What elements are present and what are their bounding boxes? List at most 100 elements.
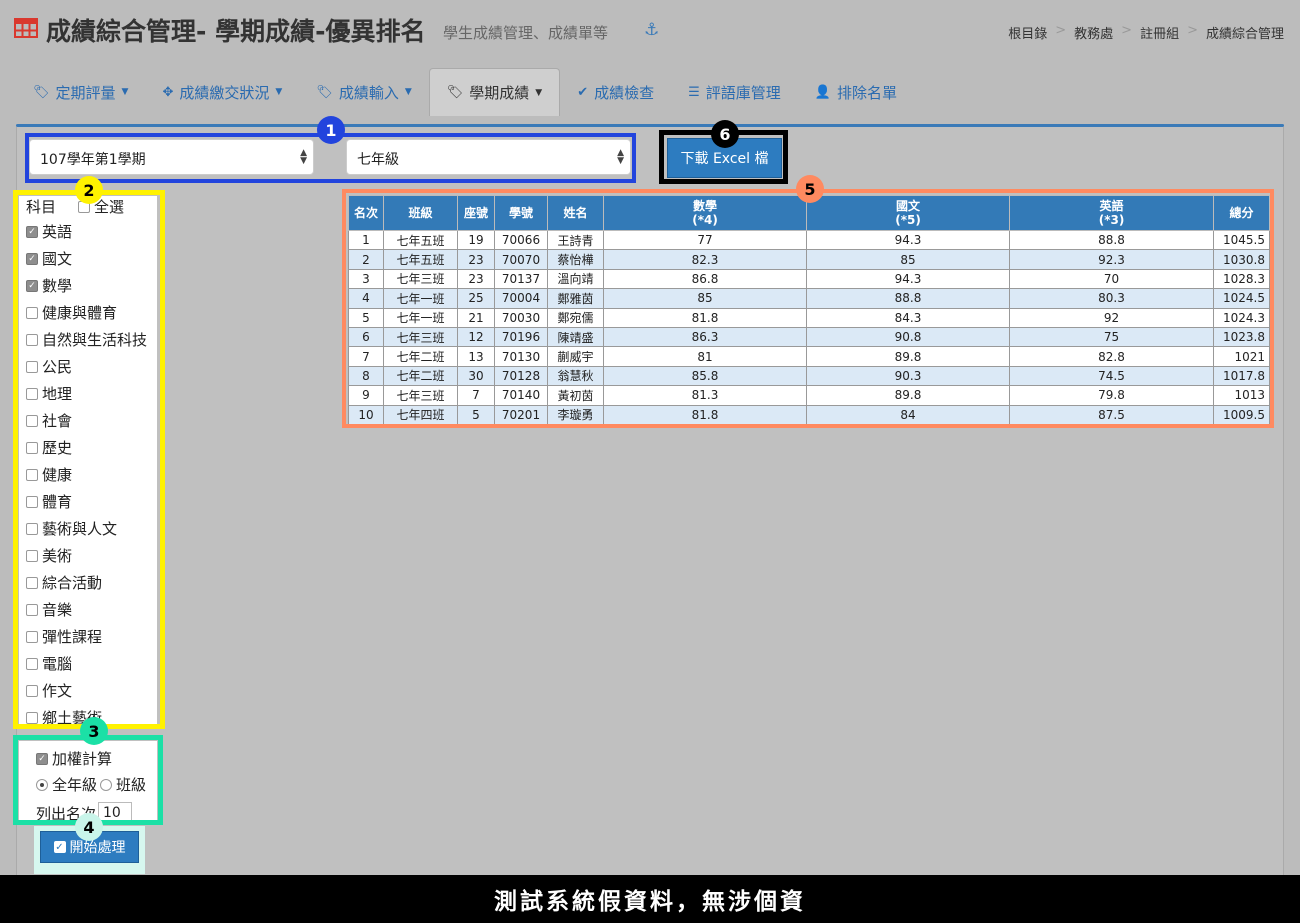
table-row: 5 七年一班 21 70030 鄭宛儒 81.8 84.3 92 1024.3 <box>348 307 1270 328</box>
checkbox[interactable] <box>26 414 38 427</box>
weighted-option[interactable]: ✓ 加權計算 <box>36 748 112 769</box>
subject-item[interactable]: 作文 <box>26 677 147 704</box>
subject-item[interactable]: 體育 <box>26 488 147 515</box>
breadcrumb-item-academic-affairs[interactable]: 教務處 <box>1074 23 1113 42</box>
tab-semester-grades[interactable]: 🏷 學期成績 ▼ <box>428 68 561 116</box>
table-row: 7 七年二班 13 70130 蒯威宇 81 89.8 82.8 1021 <box>348 346 1270 367</box>
table-cell: 9 <box>348 385 384 406</box>
annotation-badge-5: 5 <box>796 175 824 203</box>
table-cell: 80.3 <box>1009 288 1214 309</box>
subject-item[interactable]: 社會 <box>26 407 147 434</box>
check-circle-icon: ✔ <box>577 84 589 100</box>
checkbox[interactable] <box>26 495 38 508</box>
table-cell: 6 <box>348 326 384 348</box>
check-square-icon: ✓ <box>53 841 66 853</box>
table-cell: 92 <box>1009 307 1214 328</box>
column-header: 班級 <box>383 195 458 231</box>
checkbox[interactable] <box>26 360 38 373</box>
checkbox[interactable] <box>26 603 38 616</box>
checkbox[interactable] <box>26 657 38 670</box>
table-cell: 蒯威宇 <box>547 346 604 367</box>
table-cell: 李璇勇 <box>547 404 604 425</box>
table-cell: 70140 <box>494 385 548 406</box>
subject-item[interactable]: 美術 <box>26 542 147 569</box>
table-cell: 5 <box>348 307 384 328</box>
grade-select[interactable]: 七年級 ▲ ▼ <box>346 139 631 175</box>
subject-item[interactable]: ✓ 數學 <box>26 272 147 299</box>
table-cell: 85 <box>806 249 1010 270</box>
subject-item[interactable]: 藝術與人文 <box>26 515 147 542</box>
checkbox[interactable] <box>26 441 38 454</box>
subject-item[interactable]: ✓ 國文 <box>26 245 147 272</box>
table-cell: 74.5 <box>1009 365 1214 387</box>
subject-header-label: 科目 <box>26 198 57 216</box>
table-cell: 70070 <box>494 249 548 270</box>
semester-select[interactable]: 107學年第1學期 ▲ ▼ <box>29 139 314 175</box>
breadcrumb-item-grade-management[interactable]: 成績綜合管理 <box>1206 23 1284 42</box>
checkbox[interactable] <box>26 711 38 724</box>
subject-label: 彈性課程 <box>42 628 103 646</box>
scope-all-radio[interactable] <box>36 778 48 791</box>
table-cell: 70137 <box>494 268 548 290</box>
subject-item[interactable]: 自然與生活科技 <box>26 326 147 353</box>
subject-item[interactable]: ✓ 英語 <box>26 218 147 245</box>
checkbox-checked[interactable]: ✓ <box>26 279 38 292</box>
tab-grade-check[interactable]: ✔ 成績檢查 <box>560 68 671 116</box>
table-cell: 87.5 <box>1009 404 1214 425</box>
breadcrumb-item-registration[interactable]: 註冊組 <box>1140 23 1179 42</box>
checkbox[interactable] <box>26 522 38 535</box>
checkbox[interactable] <box>26 684 38 697</box>
table-cell: 5 <box>457 404 495 425</box>
breadcrumb-item-root[interactable]: 根目錄 <box>1008 23 1047 42</box>
table-cell: 陳靖盛 <box>547 326 604 348</box>
tab-exclusion-list[interactable]: 👤 排除名單 <box>798 68 914 116</box>
anchor-icon[interactable]: ⚓ <box>644 20 659 40</box>
checkbox[interactable] <box>26 576 38 589</box>
table-cell: 75 <box>1009 326 1214 348</box>
subject-item[interactable]: 彈性課程 <box>26 623 147 650</box>
subject-item[interactable]: 綜合活動 <box>26 569 147 596</box>
subject-item[interactable]: 健康與體育 <box>26 299 147 326</box>
checkbox[interactable] <box>26 306 38 319</box>
table-cell: 鄭宛儒 <box>547 307 604 328</box>
annotation-badge-1: 1 <box>317 116 345 144</box>
column-header: 座號 <box>457 195 495 231</box>
tab-periodic-exam[interactable]: 🏷 定期評量 ▼ <box>16 68 145 116</box>
checkbox[interactable] <box>26 333 38 346</box>
checkbox[interactable] <box>26 387 38 400</box>
select-arrows-icon: ▲ ▼ <box>300 148 307 166</box>
checkbox[interactable] <box>26 630 38 643</box>
checkbox-checked[interactable]: ✓ <box>26 225 38 238</box>
subject-item[interactable]: 歷史 <box>26 434 147 461</box>
subject-label: 綜合活動 <box>42 574 103 592</box>
subject-item[interactable]: 音樂 <box>26 596 147 623</box>
table-cell: 79.8 <box>1009 385 1214 406</box>
subject-item[interactable]: 健康 <box>26 461 147 488</box>
table-cell: 90.8 <box>806 326 1010 348</box>
table-row: 4 七年一班 25 70004 鄭雅茵 85 88.8 80.3 1024.5 <box>348 288 1270 309</box>
table-cell: 溫向靖 <box>547 268 604 290</box>
subject-item[interactable]: 公民 <box>26 353 147 380</box>
subject-label: 英語 <box>42 223 73 241</box>
table-row: 10 七年四班 5 70201 李璇勇 81.8 84 87.5 1009.5 <box>348 404 1270 425</box>
tab-grade-input[interactable]: 🏷 成績輸入 ▼ <box>299 68 428 116</box>
semester-select-value: 107學年第1學期 <box>40 152 146 168</box>
table-cell: 94.3 <box>806 268 1010 290</box>
scope-class-radio[interactable] <box>100 778 113 791</box>
checkbox-checked[interactable]: ✓ <box>26 252 38 265</box>
weighted-checkbox[interactable]: ✓ <box>36 752 48 765</box>
table-cell: 1023.8 <box>1213 326 1270 348</box>
checkbox[interactable] <box>26 468 38 481</box>
table-cell: 89.8 <box>806 346 1010 367</box>
table-cell: 84.3 <box>806 307 1010 328</box>
page-subtitle: 學生成績管理、成績單等 <box>443 24 609 42</box>
caret-down-icon: ▼ <box>404 87 412 97</box>
subject-item[interactable]: 電腦 <box>26 650 147 677</box>
list-count-input[interactable]: 10 <box>98 802 133 824</box>
tab-submission-status[interactable]: ✥ 成績繳交狀況 ▼ <box>145 68 299 116</box>
subject-item[interactable]: 地理 <box>26 380 147 407</box>
subject-label: 國文 <box>42 250 73 268</box>
column-header: 總分 <box>1213 195 1270 231</box>
tab-comment-library[interactable]: ☰ 評語庫管理 <box>671 68 798 116</box>
checkbox[interactable] <box>26 549 38 562</box>
